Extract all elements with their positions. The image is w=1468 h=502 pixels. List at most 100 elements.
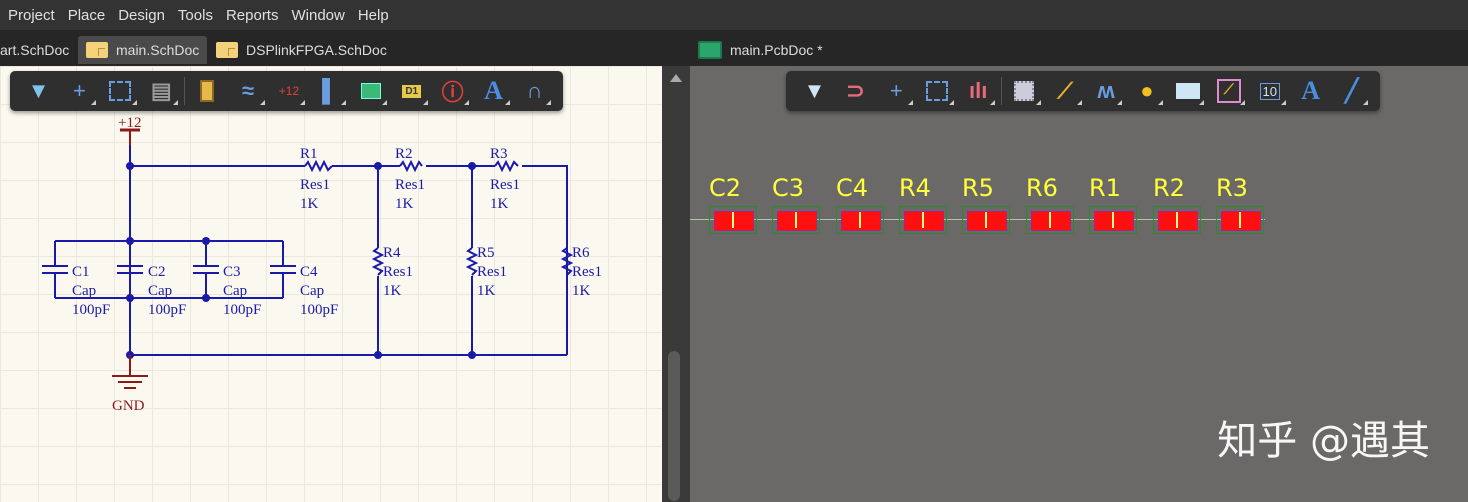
component-icon[interactable] xyxy=(1006,75,1043,107)
c4-value: 100pF xyxy=(300,302,338,318)
line-icon[interactable]: ╱ xyxy=(1333,75,1370,107)
select-rect-icon[interactable] xyxy=(919,75,956,107)
resistor-r4-symbol xyxy=(371,247,385,276)
net-label-text: D1 xyxy=(402,84,422,98)
pcb-label-c3: C3 xyxy=(772,174,805,202)
schematic-toolbar: ▼ + ▤ ≈ +12 ▌ D1 ⓘ A ∩ xyxy=(10,71,563,111)
r2-value: 1K xyxy=(395,196,414,212)
via-icon[interactable]: ● xyxy=(1128,75,1165,107)
pcb-footprint[interactable] xyxy=(709,206,757,234)
pcb-label-r1: R1 xyxy=(1089,174,1121,202)
power-port-text: +12 xyxy=(278,84,300,98)
power-port-icon[interactable]: +12 xyxy=(271,75,308,107)
schematic-doc-icon xyxy=(216,42,238,58)
dimension-icon[interactable]: 10 xyxy=(1251,75,1288,107)
menu-tools[interactable]: Tools xyxy=(178,7,213,24)
r1-ref: R1 xyxy=(300,146,318,162)
net-label-icon[interactable]: D1 xyxy=(393,75,430,107)
filter-icon[interactable]: ▼ xyxy=(796,75,833,107)
menu-window[interactable]: Window xyxy=(291,7,344,24)
menu-reports[interactable]: Reports xyxy=(226,7,279,24)
menu-project[interactable]: Project xyxy=(8,7,55,24)
bus-icon[interactable]: ≈ xyxy=(230,75,267,107)
c2-type: Cap xyxy=(148,283,172,299)
resistor-r5-symbol xyxy=(465,247,479,276)
tab-label: art.SchDoc xyxy=(0,42,70,58)
pcb-footprint[interactable] xyxy=(899,206,947,234)
pcb-footprint[interactable] xyxy=(836,206,884,234)
align-icon[interactable]: ▤ xyxy=(143,75,180,107)
resistor-r2-symbol xyxy=(399,159,423,173)
separator xyxy=(183,77,185,105)
pcb-footprint[interactable] xyxy=(962,206,1010,234)
crosshair-icon[interactable]: + xyxy=(61,75,98,107)
text-icon[interactable]: A xyxy=(1292,75,1329,107)
align-icon[interactable]: ılı xyxy=(960,75,997,107)
menu-design[interactable]: Design xyxy=(118,7,165,24)
r2-type: Res1 xyxy=(395,177,425,193)
c4-ref: C4 xyxy=(300,264,318,280)
track-icon[interactable]: ⟋ xyxy=(1210,75,1247,107)
tab-label: DSPlinkFPGA.SchDoc xyxy=(246,42,387,58)
c3-value: 100pF xyxy=(223,302,261,318)
pcb-label-r4: R4 xyxy=(899,174,931,202)
pcb-label-r6: R6 xyxy=(1026,174,1058,202)
menu-place[interactable]: Place xyxy=(68,7,106,24)
pcb-label-r3: R3 xyxy=(1216,174,1248,202)
r3-ref: R3 xyxy=(490,146,508,162)
r2-ref: R2 xyxy=(395,146,413,162)
menu-help[interactable]: Help xyxy=(358,7,389,24)
scroll-up-icon[interactable] xyxy=(670,74,682,82)
c2-ref: C2 xyxy=(148,264,166,280)
pcb-toolbar: ▼ ⊃ + ılı ⟋ ʍ ● ⟋ 10 A ╱ xyxy=(786,71,1380,111)
tune-icon[interactable]: ʍ xyxy=(1088,75,1125,107)
r4-value: 1K xyxy=(383,283,402,299)
pcb-label-r2: R2 xyxy=(1153,174,1185,202)
pcb-footprint[interactable] xyxy=(772,206,820,234)
r4-ref: R4 xyxy=(383,245,401,261)
pcb-footprint[interactable] xyxy=(1153,206,1201,234)
r5-ref: R5 xyxy=(477,245,495,261)
r3-value: 1K xyxy=(490,196,509,212)
snap-icon[interactable]: ⊃ xyxy=(837,75,874,107)
pcb-doc-icon xyxy=(698,41,722,59)
document-tabs: art.SchDoc main.SchDoc DSPlinkFPGA.SchDo… xyxy=(0,30,1468,66)
pcb-footprint[interactable] xyxy=(1026,206,1074,234)
resistor-r3-symbol xyxy=(494,159,519,173)
sheet-symbol-icon[interactable] xyxy=(352,75,389,107)
pcb-footprint[interactable] xyxy=(1216,206,1264,234)
vertical-scrollbar[interactable] xyxy=(662,66,690,502)
watermark: 知乎 @遇其 xyxy=(1217,418,1430,464)
arc-icon[interactable]: ∩ xyxy=(516,75,553,107)
c3-type: Cap xyxy=(223,283,247,299)
select-rect-icon[interactable] xyxy=(102,75,139,107)
r4-type: Res1 xyxy=(383,264,413,280)
r6-type: Res1 xyxy=(572,264,602,280)
filter-icon[interactable]: ▼ xyxy=(20,75,57,107)
tab-dsplinkfpga-schdoc[interactable]: DSPlinkFPGA.SchDoc xyxy=(208,36,395,64)
dimension-text: 10 xyxy=(1259,82,1280,100)
text-icon[interactable]: A xyxy=(475,75,512,107)
part-icon[interactable] xyxy=(189,75,226,107)
crosshair-icon[interactable]: + xyxy=(878,75,915,107)
tab-main-pcbdoc[interactable]: main.PcbDoc * xyxy=(690,36,831,64)
route-icon[interactable]: ⟋ xyxy=(1047,75,1084,107)
tab-art-schdoc[interactable]: art.SchDoc xyxy=(0,36,77,64)
wire xyxy=(522,165,568,355)
c2-value: 100pF xyxy=(148,302,186,318)
tab-main-schdoc[interactable]: main.SchDoc xyxy=(78,36,208,64)
tab-label: main.SchDoc xyxy=(116,42,200,58)
directive-icon[interactable]: ⓘ xyxy=(434,75,471,107)
ground-symbol xyxy=(112,355,148,389)
r6-ref: R6 xyxy=(572,245,590,261)
schematic-canvas[interactable]: +12 GND R1 Res1 1K R2 Res1 1K R3 Res1 1K… xyxy=(0,66,662,502)
resistor-r1-symbol xyxy=(304,159,333,173)
polygon-icon[interactable] xyxy=(1169,75,1206,107)
r5-value: 1K xyxy=(477,283,496,299)
r3-type: Res1 xyxy=(490,177,520,193)
harness-icon[interactable]: ▌ xyxy=(311,75,348,107)
pcb-footprint[interactable] xyxy=(1089,206,1137,234)
c1-type: Cap xyxy=(72,283,96,299)
c1-ref: C1 xyxy=(72,264,90,280)
scroll-thumb[interactable] xyxy=(668,351,680,501)
